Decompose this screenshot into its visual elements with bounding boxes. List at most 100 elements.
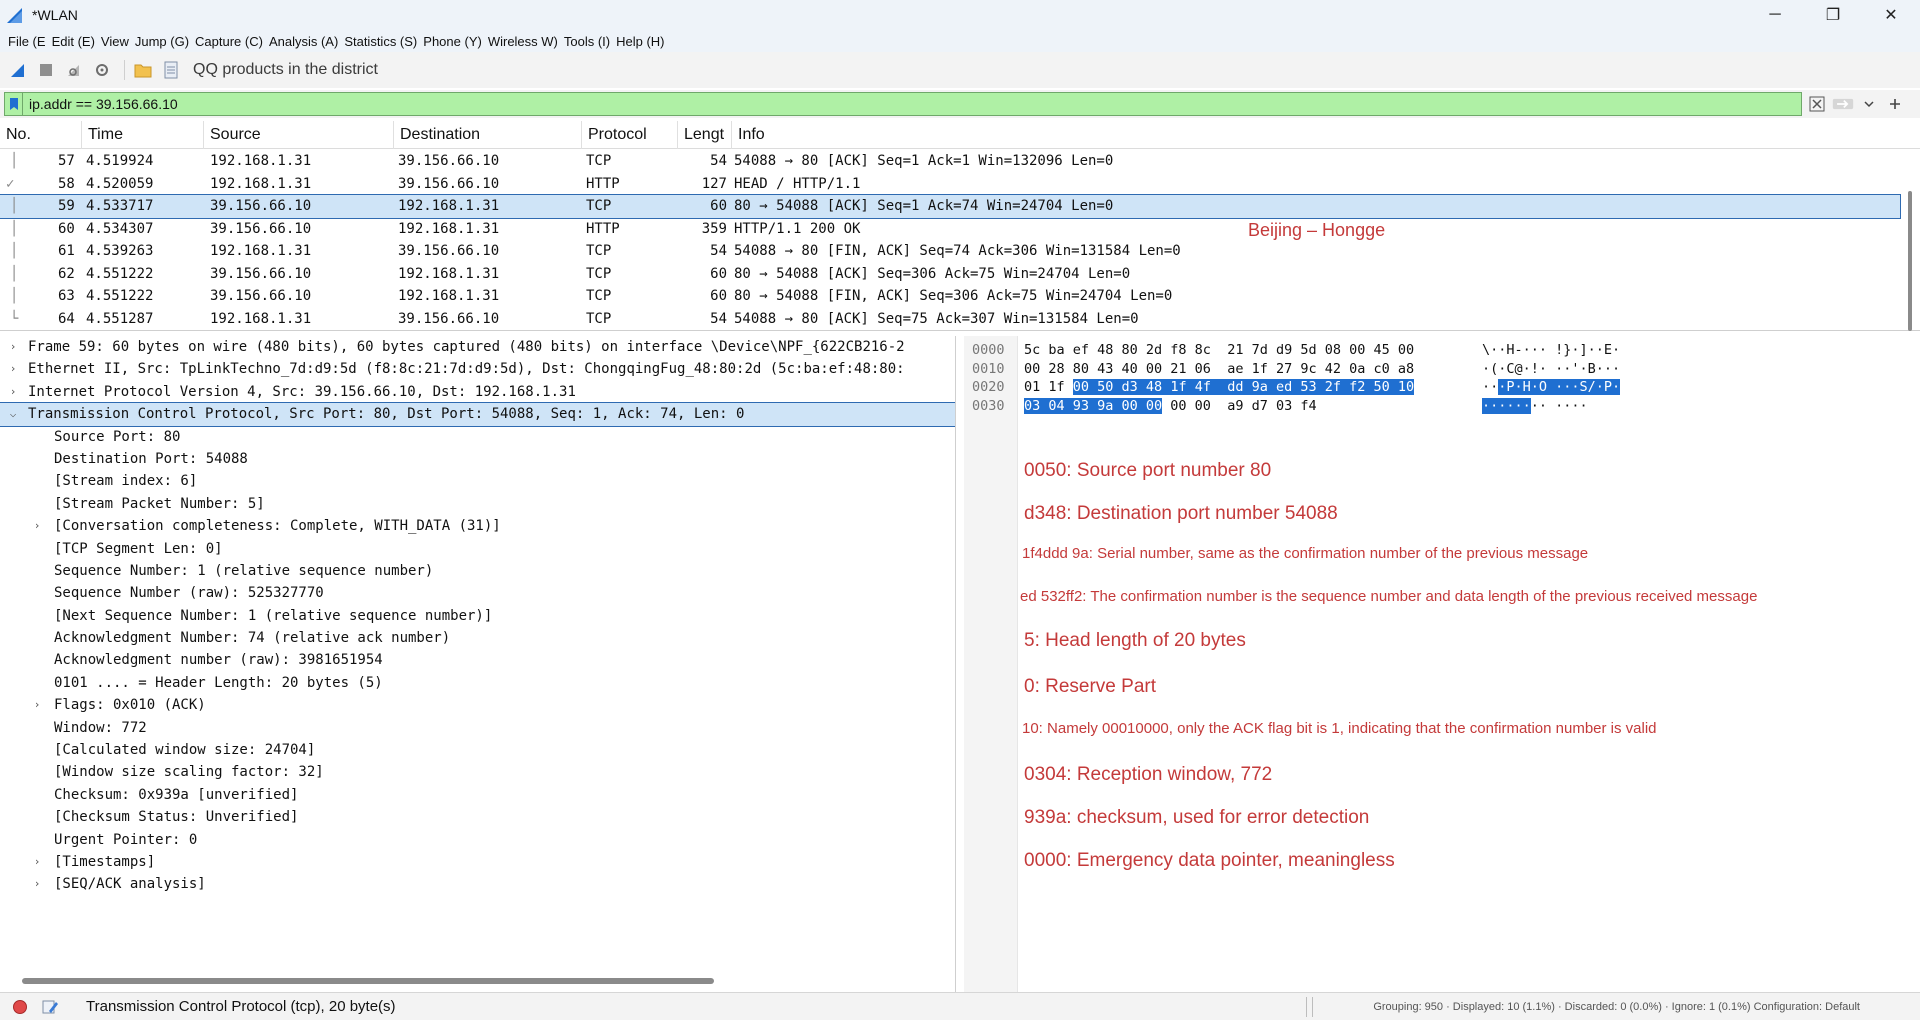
column-destination[interactable]: Destination — [394, 121, 582, 149]
capture-status-icon[interactable] — [10, 997, 30, 1017]
capture-options-button[interactable] — [90, 58, 114, 82]
detail-row[interactable]: [Stream index: 6] — [0, 470, 955, 492]
packet-list-scrollbar[interactable] — [1906, 151, 1914, 331]
detail-row[interactable]: [TCP Segment Len: 0] — [0, 538, 955, 560]
detail-text: [Timestamps] — [54, 853, 156, 870]
column-info[interactable]: Info — [732, 121, 1920, 149]
menu-tools[interactable]: Tools (I) — [564, 34, 610, 49]
minimize-button[interactable]: ─ — [1746, 0, 1804, 30]
detail-row[interactable]: Acknowledgment Number: 74 (relative ack … — [0, 627, 955, 649]
column-length[interactable]: Lengt — [678, 121, 732, 149]
detail-row[interactable]: Source Port: 80 — [0, 426, 955, 448]
detail-row[interactable]: › Ethernet II, Src: TpLinkTechno_7d:d9:5d… — [0, 358, 955, 380]
close-button[interactable]: ✕ — [1862, 0, 1920, 30]
chevron-down-icon[interactable]: ⌵ — [6, 403, 20, 425]
detail-row[interactable]: › [Conversation completeness: Complete, W… — [0, 515, 955, 537]
chevron-right-icon[interactable]: › — [30, 873, 44, 895]
save-file-button[interactable] — [159, 58, 183, 82]
packet-info: 54088 → 80 [FIN, ACK] Seq=74 Ack=306 Win… — [734, 243, 1181, 259]
menu-help[interactable]: Help (H) — [616, 34, 664, 49]
packet-length: 60 — [710, 288, 727, 304]
menu-file[interactable]: File (E — [8, 34, 46, 49]
detail-row[interactable]: [Calculated window size: 24704] — [0, 739, 955, 761]
detail-row-selected[interactable]: ⌵ Transmission Control Protocol, Src Port… — [0, 402, 955, 427]
detail-row[interactable]: Window: 772 — [0, 717, 955, 739]
detail-row[interactable]: Sequence Number: 1 (relative sequence nu… — [0, 560, 955, 582]
restart-capture-button[interactable] — [62, 58, 86, 82]
status-bar: Transmission Control Protocol (tcp), 20 … — [0, 992, 1920, 1020]
packet-info: 80 → 54088 [ACK] Seq=306 Ack=75 Win=2470… — [734, 265, 1131, 282]
edit-comment-button[interactable] — [40, 997, 60, 1017]
detail-row[interactable]: › Flags: 0x010 (ACK) — [0, 694, 955, 716]
packet-destination: 39.156.66.10 — [398, 175, 500, 192]
packet-row[interactable]: │ 63 4.551222 39.156.66.10 192.168.1.31 … — [0, 285, 1900, 308]
packet-row[interactable]: │ 62 4.551222 39.156.66.10 192.168.1.31 … — [0, 263, 1900, 286]
packet-row[interactable]: └ 64 4.551287 192.168.1.31 39.156.66.10 … — [0, 308, 1900, 331]
hex-row[interactable]: 0010 00 28 80 43 40 00 21 06 ae 1f 27 9c … — [964, 360, 1920, 379]
hex-row[interactable]: 0030 03 04 93 9a 00 00 00 00 a9 d7 03 f4 ·… — [964, 397, 1920, 416]
packet-row-selected[interactable]: │ 59 4.533717 39.156.66.10 192.168.1.31 … — [0, 194, 1901, 219]
detail-row[interactable]: Destination Port: 54088 — [0, 448, 955, 470]
filter-bookmark-button[interactable] — [5, 93, 23, 115]
plus-icon — [1890, 99, 1900, 109]
detail-row[interactable]: [Next Sequence Number: 1 (relative seque… — [0, 605, 955, 627]
chevron-right-icon[interactable]: › — [6, 358, 20, 380]
chevron-right-icon[interactable]: › — [6, 336, 20, 358]
packet-row[interactable]: ✓ 58 4.520059 192.168.1.31 39.156.66.10 … — [0, 173, 1900, 196]
chevron-right-icon[interactable]: › — [30, 851, 44, 873]
detail-row[interactable]: [Stream Packet Number: 5] — [0, 493, 955, 515]
packet-destination: 192.168.1.31 — [398, 265, 500, 282]
chevron-right-icon[interactable]: › — [30, 515, 44, 537]
detail-row[interactable]: Checksum: 0x939a [unverified] — [0, 784, 955, 806]
detail-row[interactable]: › Internet Protocol Version 4, Src: 39.15… — [0, 381, 955, 403]
detail-row[interactable]: › [Timestamps] — [0, 851, 955, 873]
hex-segment: 01 1f — [1024, 379, 1073, 395]
open-file-button[interactable] — [131, 58, 155, 82]
detail-text: Urgent Pointer: 0 — [54, 831, 198, 848]
detail-row[interactable]: › [SEQ/ACK analysis] — [0, 873, 955, 895]
scrollbar-thumb[interactable] — [1908, 191, 1912, 331]
column-protocol[interactable]: Protocol — [582, 121, 678, 149]
menu-view[interactable]: View — [101, 34, 129, 49]
red-dot-icon — [13, 999, 27, 1014]
column-time[interactable]: Time — [82, 121, 204, 149]
apply-filter-button[interactable] — [1832, 93, 1854, 115]
detail-text: Sequence Number (raw): 525327770 — [54, 585, 324, 602]
menu-analysis[interactable]: Analysis (A) — [269, 34, 338, 49]
hex-row[interactable]: 0020 01 1f 00 50 d3 48 1f 4f dd 9a ed 53 … — [964, 378, 1920, 397]
column-source[interactable]: Source — [204, 121, 394, 149]
clear-filter-button[interactable] — [1806, 93, 1828, 115]
packet-row[interactable]: │ 60 4.534307 39.156.66.10 192.168.1.31 … — [0, 218, 1900, 241]
detail-row[interactable]: 0101 .... = Header Length: 20 bytes (5) — [0, 672, 955, 694]
menu-wireless[interactable]: Wireless W) — [488, 34, 558, 49]
detail-row[interactable]: › Frame 59: 60 bytes on wire (480 bits), … — [0, 336, 955, 358]
packet-row[interactable]: │ 61 4.539263 192.168.1.31 39.156.66.10 … — [0, 240, 1900, 263]
title-bar: *WLAN ─ ❐ ✕ — [0, 0, 1920, 30]
detail-row[interactable]: [Checksum Status: Unverified] — [0, 806, 955, 828]
chevron-right-icon[interactable]: › — [30, 694, 44, 716]
detail-row[interactable]: [Window size scaling factor: 32] — [0, 761, 955, 783]
filter-input[interactable] — [23, 93, 1801, 115]
packet-no: 57 — [58, 153, 75, 169]
column-no[interactable]: No. — [0, 121, 82, 149]
stop-capture-button[interactable] — [34, 58, 58, 82]
add-filter-button[interactable] — [1884, 93, 1906, 115]
packet-source: 39.156.66.10 — [210, 220, 312, 237]
menu-phone[interactable]: Phone (Y) — [423, 34, 482, 49]
detail-row[interactable]: Sequence Number (raw): 525327770 — [0, 582, 955, 604]
menu-jump[interactable]: Jump (G) — [135, 34, 189, 49]
menu-capture[interactable]: Capture (C) — [195, 34, 263, 49]
menu-edit[interactable]: Edit (E) — [52, 34, 95, 49]
details-horizontal-scrollbar[interactable] — [22, 978, 714, 984]
hex-row[interactable]: 0000 5c ba ef 48 80 2d f8 8c 21 7d d9 5d … — [964, 341, 1920, 360]
detail-row[interactable]: Urgent Pointer: 0 — [0, 829, 955, 851]
detail-row[interactable]: Acknowledgment number (raw): 3981651954 — [0, 649, 955, 671]
chevron-right-icon[interactable]: › — [6, 381, 20, 403]
packet-row[interactable]: │ 57 4.519924 192.168.1.31 39.156.66.10 … — [0, 150, 1900, 173]
conversation-bracket-icon: │ — [10, 198, 19, 214]
restore-button[interactable]: ❐ — [1804, 0, 1862, 30]
start-capture-button[interactable] — [6, 58, 30, 82]
clear-icon — [1809, 96, 1825, 112]
filter-history-dropdown[interactable] — [1858, 93, 1880, 115]
menu-statistics[interactable]: Statistics (S) — [344, 34, 417, 49]
